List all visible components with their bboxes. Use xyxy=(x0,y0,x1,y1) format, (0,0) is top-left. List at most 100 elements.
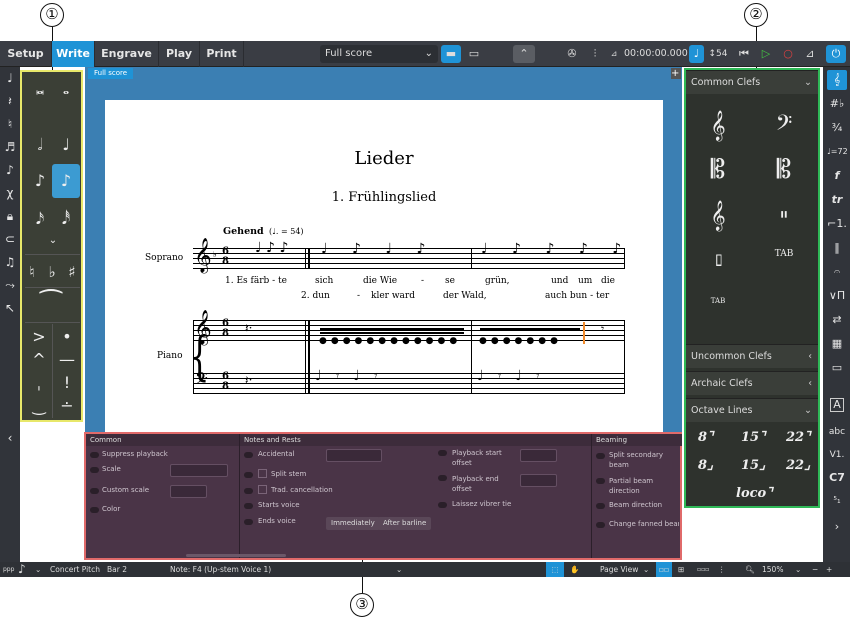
property-toggle[interactable] xyxy=(90,507,99,513)
mode-setup[interactable]: Setup xyxy=(0,41,52,67)
property-toggle[interactable] xyxy=(596,503,605,509)
after-barline-button[interactable]: After barline xyxy=(378,517,432,530)
fingering-icon[interactable]: ⁵₁ xyxy=(827,491,847,511)
vertical-page-icon[interactable]: ⋮ xyxy=(718,562,726,577)
tuplet-icon[interactable]: ♬ xyxy=(2,138,18,156)
natural-icon[interactable]: ♮ xyxy=(22,259,42,285)
property-toggle[interactable] xyxy=(244,488,253,494)
tenuto-staccato-icon[interactable]: ∸ xyxy=(53,393,81,419)
property-toggle[interactable] xyxy=(90,488,99,494)
video-icon[interactable]: ✇ xyxy=(563,45,581,63)
half-note-icon[interactable]: 𝅗𝅥 xyxy=(26,132,54,158)
zoom-out-icon[interactable]: − xyxy=(812,562,818,577)
property-toggle[interactable] xyxy=(438,502,447,508)
concert-pitch-toggle[interactable]: Concert Pitch xyxy=(50,562,100,577)
selected-note[interactable] xyxy=(583,322,589,344)
tempo-icon[interactable]: ♩=72 xyxy=(827,142,848,162)
sixteenth-note-icon[interactable]: 𝅘𝅥𝅯 xyxy=(26,206,54,232)
rewind-icon[interactable]: ⏮ xyxy=(735,45,753,63)
bars-icon[interactable]: ‖ xyxy=(827,238,847,258)
note-icon[interactable]: ♩ xyxy=(2,69,18,87)
ppp-icon[interactable]: ppp xyxy=(3,562,14,577)
mode-write[interactable]: Write xyxy=(52,41,95,67)
15mb-icon[interactable]: 15⌟ xyxy=(741,458,765,473)
comments-icon[interactable]: ▭ xyxy=(827,358,847,378)
add-tab-icon[interactable]: + xyxy=(671,68,681,79)
chevron-down-icon[interactable]: ⌄ xyxy=(35,562,41,577)
property-toggle[interactable] xyxy=(596,478,605,484)
property-toggle[interactable] xyxy=(90,452,99,458)
property-toggle[interactable] xyxy=(596,453,605,459)
property-toggle[interactable] xyxy=(90,467,99,473)
click-icon[interactable]: ⊿ xyxy=(801,45,819,63)
quarter-note-icon[interactable]: ♩ xyxy=(52,132,80,158)
expand-durations-icon[interactable]: ⌄ xyxy=(39,234,67,248)
collapse-left-icon[interactable]: ‹ xyxy=(2,429,18,447)
unstress-icon[interactable]: ‿ xyxy=(25,393,53,419)
chevron-down-icon[interactable]: ⌄ xyxy=(643,562,649,577)
section-archaic-clefs[interactable]: Archaic Clefs ‹ xyxy=(686,371,818,395)
split-stem-checkbox[interactable] xyxy=(258,469,267,478)
clef-icon[interactable]: 𝄞 xyxy=(827,70,847,90)
mixer-icon[interactable]: ⫶ xyxy=(586,45,604,63)
alto-clef-icon[interactable]: 𝄡 xyxy=(698,150,738,190)
select-icon[interactable]: ↖ xyxy=(2,299,18,317)
page-layout-icon[interactable]: ▬ xyxy=(441,45,461,63)
section-uncommon-clefs[interactable]: Uncommon Clefs ‹ xyxy=(686,344,818,368)
power-icon[interactable]: ⏻ xyxy=(826,45,846,63)
chevron-up-icon[interactable]: ⌃ xyxy=(513,45,535,63)
metronome-icon[interactable]: ⊿ xyxy=(607,45,621,63)
cue-icon[interactable]: ⇄ xyxy=(827,310,847,330)
hand-tool-icon[interactable]: ✋ xyxy=(570,562,579,577)
chevron-down-icon[interactable]: ⌄ xyxy=(795,562,801,577)
properties-scrollbar[interactable] xyxy=(186,554,286,557)
marquee-select-icon[interactable]: ⬚ xyxy=(546,562,564,577)
section-octave-lines[interactable]: Octave Lines ⌄ xyxy=(686,398,818,422)
bass-clef-icon[interactable]: 𝄢 xyxy=(764,106,804,146)
eighth-note-icon[interactable]: ♪ xyxy=(26,168,54,194)
tab-clef-icon[interactable]: TAB xyxy=(764,242,804,282)
time-signature-icon[interactable]: ¾ xyxy=(827,118,847,138)
percussion-clef-icon[interactable]: 𝄥 xyxy=(764,196,804,236)
ornaments-icon[interactable]: tr xyxy=(827,190,847,210)
property-toggle[interactable] xyxy=(244,519,253,525)
playback-end-field[interactable] xyxy=(520,474,557,487)
breve-icon[interactable]: 𝅜 xyxy=(26,76,54,102)
notations-icon[interactable]: ▦ xyxy=(827,334,847,354)
record-icon[interactable]: ○ xyxy=(779,45,797,63)
accidental-field[interactable] xyxy=(326,449,382,462)
dynamics-icon[interactable]: f xyxy=(827,166,847,186)
text-icon[interactable]: A xyxy=(830,398,844,412)
15ma-icon[interactable]: 15⌝ xyxy=(741,430,765,445)
tenor-clef-icon[interactable]: 𝄡 xyxy=(764,150,804,190)
play-icon[interactable]: ▷ xyxy=(757,45,775,63)
8vb-icon[interactable]: 8⌟ xyxy=(698,458,713,473)
property-toggle[interactable] xyxy=(596,522,605,528)
tab-full-score[interactable]: Full score xyxy=(88,68,134,79)
property-toggle[interactable] xyxy=(438,450,447,456)
lock-icon[interactable]: 🔒︎ xyxy=(2,207,18,225)
property-toggle[interactable] xyxy=(244,472,253,478)
zoom-select[interactable]: 150% xyxy=(762,562,783,577)
mode-play[interactable]: Play xyxy=(159,41,200,67)
thirtysecond-note-icon[interactable]: 𝅘𝅥𝅰 xyxy=(52,206,80,232)
property-toggle[interactable] xyxy=(244,452,253,458)
22mb-icon[interactable]: 22⌟ xyxy=(786,458,810,473)
slur-icon[interactable]: ⁀ xyxy=(37,292,65,318)
holds-icon[interactable]: 𝄐 xyxy=(827,262,847,282)
key-signature-icon[interactable]: #♭ xyxy=(827,94,847,114)
property-toggle[interactable] xyxy=(438,475,447,481)
grace-note-icon[interactable]: ♪ xyxy=(2,161,18,179)
grid-view-icon[interactable]: ⊞ xyxy=(678,562,684,577)
force-duration-icon[interactable]: ⤳ xyxy=(2,276,18,294)
playback-start-field[interactable] xyxy=(520,449,557,462)
loco-icon[interactable]: loco⌝ xyxy=(736,486,772,501)
immediately-button[interactable]: Immediately xyxy=(326,517,380,530)
treble-clef-icon[interactable]: 𝄞 xyxy=(698,106,738,146)
chord-symbols-icon[interactable]: C7 xyxy=(827,468,847,488)
zoom-in-icon[interactable]: + xyxy=(826,562,832,577)
layout-select[interactable]: Full score ⌄ xyxy=(320,45,438,63)
property-toggle[interactable] xyxy=(244,503,253,509)
mode-engrave[interactable]: Engrave xyxy=(95,41,159,67)
lyrics-icon[interactable]: abc xyxy=(827,422,847,442)
